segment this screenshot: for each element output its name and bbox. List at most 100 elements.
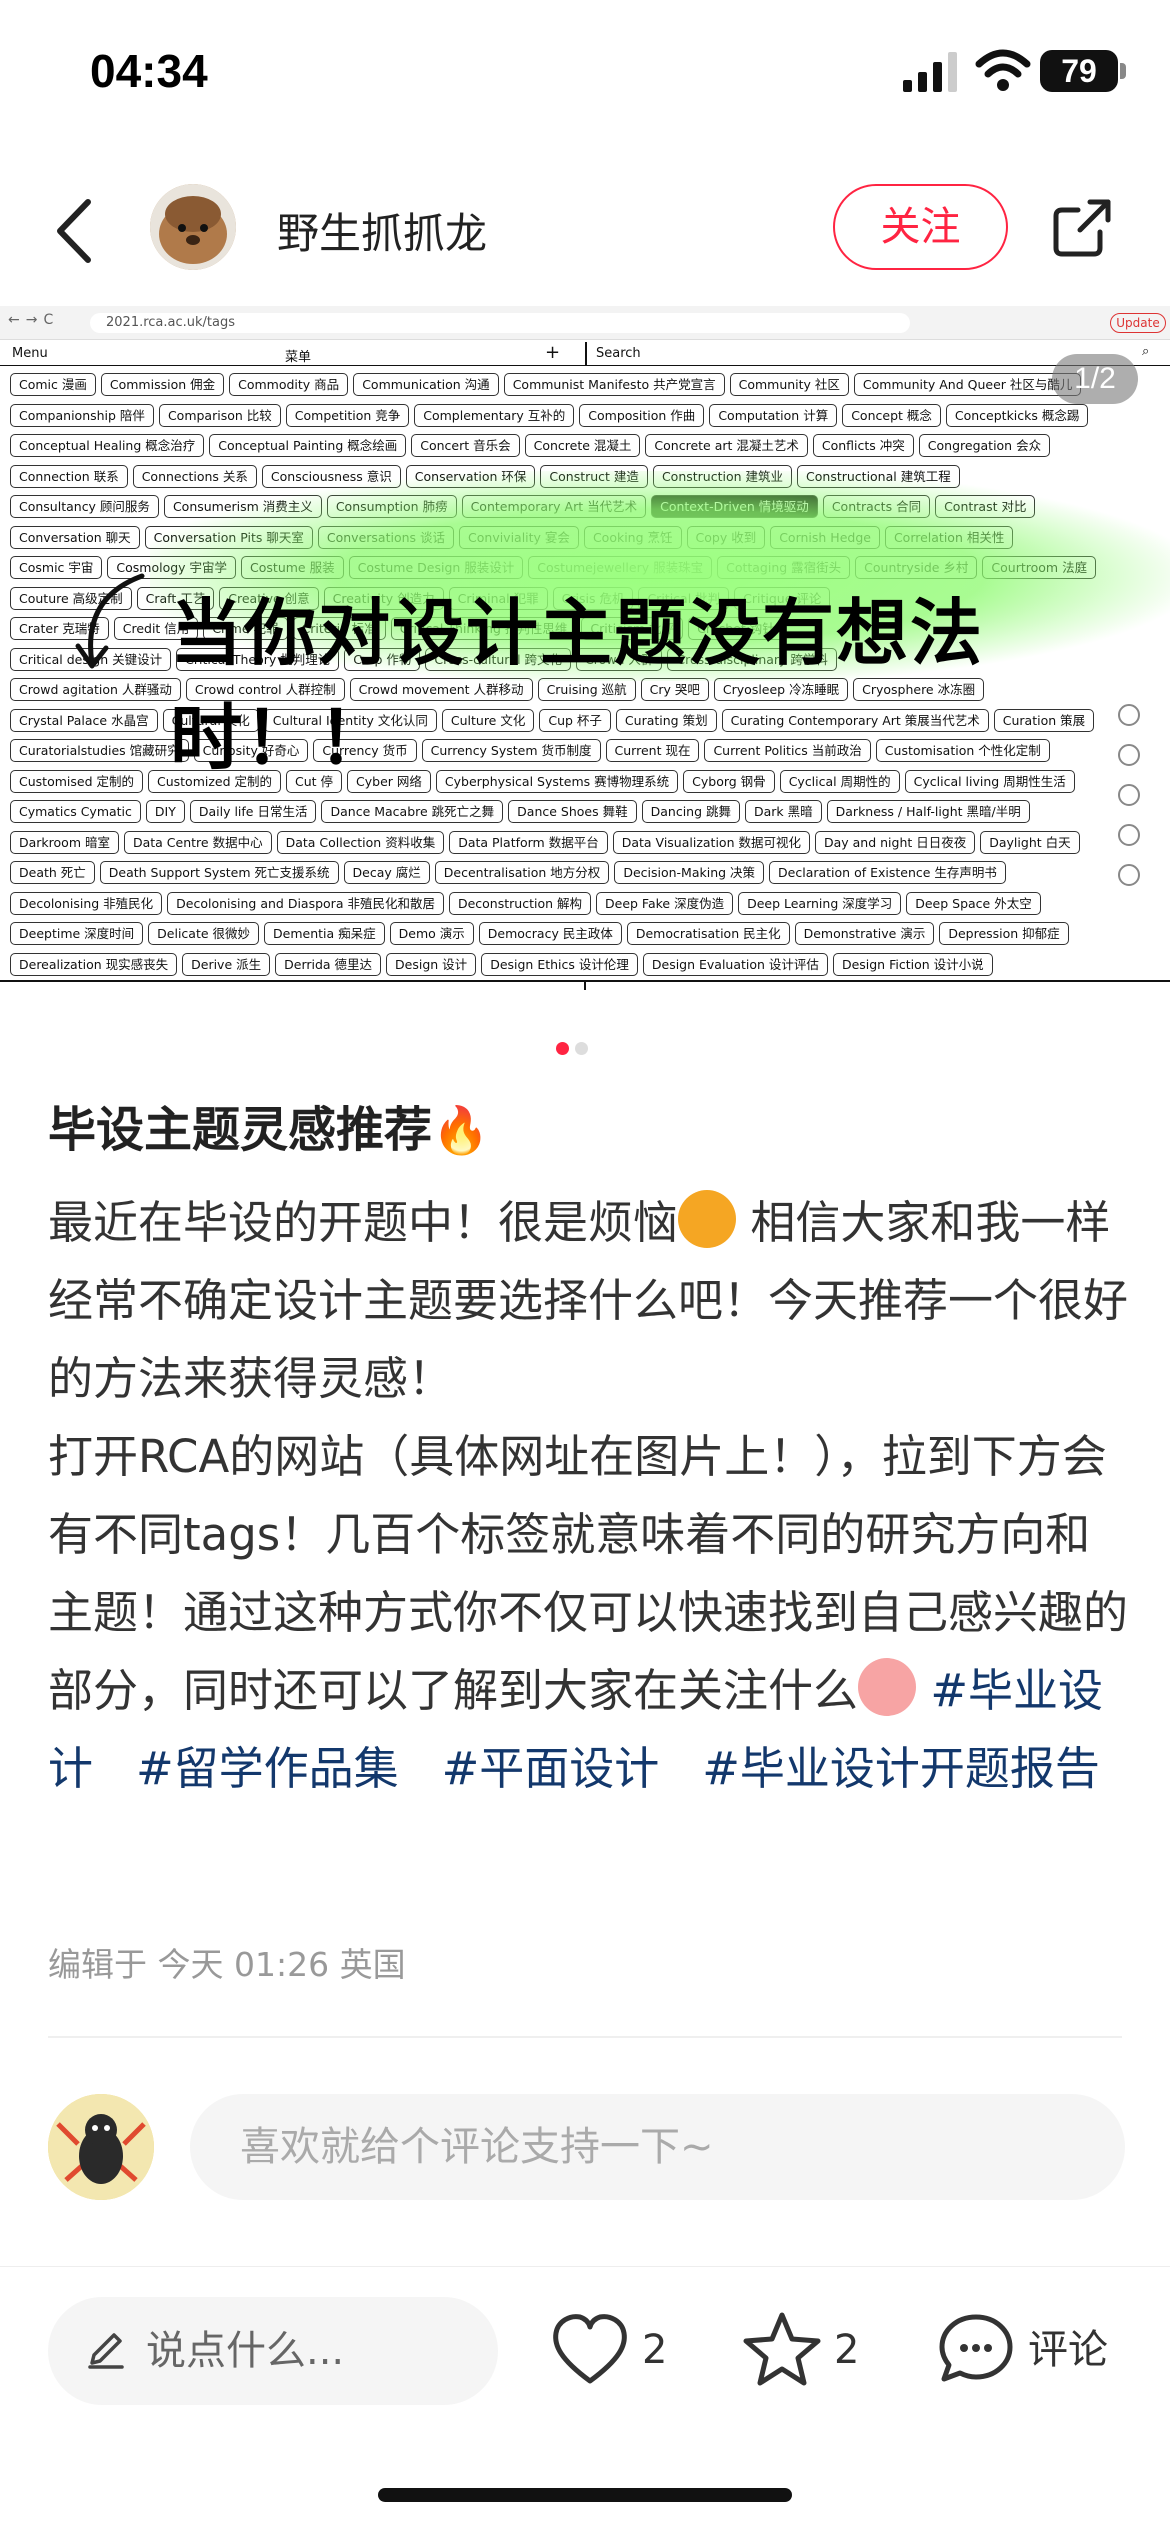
hand-drawn-arrow-icon (75, 573, 145, 669)
hashtag-link[interactable]: #毕业设计开题报告 (702, 1742, 1100, 1795)
tag-chip: Decision-Making 决策 (614, 861, 765, 884)
site-menu-bar: Menu 菜单 + Search ⌕ (0, 342, 1170, 366)
carousel-dots (556, 1040, 594, 1059)
shocked-pig-icon (858, 1658, 917, 1716)
tag-chip: Customised 定制的 (10, 769, 143, 793)
tag-chip: Deep Fake 深度伪造 (596, 891, 734, 915)
note-title-text: 毕设主题灵感推荐 (48, 1102, 433, 1158)
site-menu-cn: 菜单 (285, 350, 312, 365)
plus-icon: + (545, 342, 561, 363)
note-body: 最近在毕设的开题中！很是烦恼 相信大家和我一样经常不确定设计主题要选择什么吧！今… (48, 1184, 1128, 1808)
tag-chip: Daily life 日常生活 (189, 800, 317, 823)
side-dot-icon (1118, 744, 1140, 766)
status-bar: 04:34 79 (0, 0, 1170, 150)
tag-chip: Community 社区 (729, 373, 849, 396)
pencil-icon (88, 2333, 124, 2369)
heart-icon (553, 2314, 627, 2384)
wifi-icon (975, 49, 1031, 91)
illustrated-avatar-icon (48, 2094, 154, 2200)
hashtag-link[interactable]: #平面设计 (442, 1742, 660, 1795)
author-header: 野生抓抓龙 关注 (0, 170, 1170, 290)
tag-chip: Delicate 很微妙 (148, 922, 260, 945)
tag-chip: Derrida 德里达 (275, 952, 382, 976)
author-name[interactable]: 野生抓抓龙 (277, 200, 487, 261)
tag-chip: Crowd agitation 人群骚动 (10, 678, 181, 701)
tag-chip: Consultancy 顾问服务 (10, 495, 159, 518)
speech-bubble-icon (939, 2314, 1013, 2382)
post-image[interactable]: ←→C 2021.rca.ac.uk/tags Update Menu 菜单 +… (0, 306, 1170, 990)
tag-chip: Design Ethics 设计伦理 (481, 952, 638, 976)
tag-row: Derealization 现实感丧失 Derive 派生 Derrida 德里达 D… (10, 950, 1170, 981)
dog-toast-avatar-icon (150, 184, 236, 270)
tag-chip: Deep Learning 深度学习 (738, 891, 902, 915)
tag-chip: Decolonising and Diaspora 非殖民化和散居 (167, 891, 444, 915)
tag-chip: Deeptime 深度时间 (10, 922, 144, 945)
tag-chip: Data Visualization 数据可视化 (612, 830, 810, 854)
tag-chip: Death Support System 死亡支援系统 (99, 861, 339, 884)
tag-chip: Deep Space 外太空 (906, 891, 1041, 915)
browser-nav-icons: ←→C (8, 312, 60, 328)
note-title: 毕设主题灵感推荐🔥 (48, 1090, 489, 1160)
tag-chip: Comic 漫画 (10, 373, 96, 396)
tag-chip: Conversation 聊天 (10, 525, 140, 549)
tag-chip: Congregation 会众 (918, 434, 1051, 457)
tag-chip: Dark 黑暗 (745, 800, 822, 823)
tag-chip: Demo 演示 (389, 922, 474, 945)
tag-chip: Commodity 商品 (229, 373, 349, 396)
tag-chip: Communist Manifesto 共产党宣言 (503, 373, 725, 396)
tag-chip: Design Fiction 设计小说 (832, 952, 993, 976)
tag-chip: Democratisation 民主化 (626, 922, 790, 945)
tag-chip: Depression 抑郁症 (939, 922, 1069, 945)
like-button[interactable]: 2 (550, 2305, 680, 2395)
frustrated-face-icon (678, 1190, 737, 1248)
fire-icon: 🔥 (432, 1103, 490, 1157)
side-dot-icon (1118, 784, 1140, 806)
tag-chip: Darkroom 暗室 (10, 830, 119, 854)
side-dot-icon (1118, 704, 1140, 726)
tag-chip: Cymatics Cymatic (10, 800, 141, 823)
back-arrow-icon[interactable] (52, 198, 96, 264)
tag-chip: Data Collection 资料收集 (276, 830, 445, 854)
tag-chip: Dance Macabre 跳死亡之舞 (321, 800, 504, 823)
tag-row: Comic 漫画 Commission 佣金 Commodity 商品 Communi… (10, 370, 1170, 401)
battery-indicator: 79 (1040, 50, 1118, 92)
browser-url: 2021.rca.ac.uk/tags (90, 313, 910, 333)
tag-chip: Darkness / Half-light 黑暗/半明 (826, 800, 1030, 823)
collect-button[interactable]: 2 (742, 2305, 872, 2395)
tag-row: Death 死亡 Death Support System 死亡支援系统 Decay… (10, 858, 1170, 889)
home-indicator (378, 2488, 792, 2502)
like-count: 2 (642, 2327, 668, 2373)
cellular-signal-icon (903, 52, 957, 92)
share-icon[interactable] (1050, 196, 1114, 260)
site-search-label: Search (596, 346, 641, 361)
tag-chip: Comparison 比较 (158, 403, 281, 427)
author-avatar[interactable] (150, 184, 236, 270)
follow-button[interactable]: 关注 (833, 184, 1008, 270)
tag-chip: DIY (145, 800, 185, 823)
star-icon (743, 2312, 821, 2386)
tag-row: Conceptual Healing 概念治疗 Conceptual Painti… (10, 431, 1170, 462)
user-avatar[interactable] (48, 2094, 154, 2200)
tag-chip: Dance Shoes 舞鞋 (508, 800, 637, 823)
tag-chip: Decay 腐烂 (343, 861, 430, 884)
tag-chip: Competition 竞争 (285, 403, 410, 427)
tag-chip: Daylight 白天 (980, 830, 1080, 854)
tag-row: Cymatics Cymatic DIY Daily life 日常生活 Dance … (10, 797, 1170, 828)
tag-chip: Conceptual Healing 概念治疗 (10, 434, 205, 457)
tag-chip: Design Evaluation 设计评估 (642, 952, 828, 976)
tag-chip: Curatorialstudies 馆藏研究 (10, 739, 189, 762)
menu-divider (585, 342, 587, 366)
hashtag-link[interactable]: #留学作品集 (136, 1742, 399, 1795)
tag-chip: Democracy 民主政体 (478, 922, 622, 945)
collect-count: 2 (834, 2327, 860, 2373)
tag-chip: Communication 沟通 (353, 373, 499, 396)
comment-button[interactable]: 评论 (936, 2305, 1126, 2395)
tag-chip: Derive 派生 (182, 952, 271, 976)
comment-input[interactable]: 喜欢就给个评论支持一下~ (190, 2094, 1125, 2200)
tag-chip: Computation 计算 (709, 403, 838, 427)
edit-timestamp: 编辑于 今天 01:26 英国 (48, 1945, 406, 1984)
tag-chip: Conceptual Painting 概念绘画 (209, 434, 407, 457)
image-overlay-caption: 当你对设计主题没有想法时！！ (170, 591, 985, 780)
tag-chip: Declaration of Existence 生存声明书 (769, 861, 1006, 884)
tag-chip: Design 设计 (386, 952, 477, 976)
